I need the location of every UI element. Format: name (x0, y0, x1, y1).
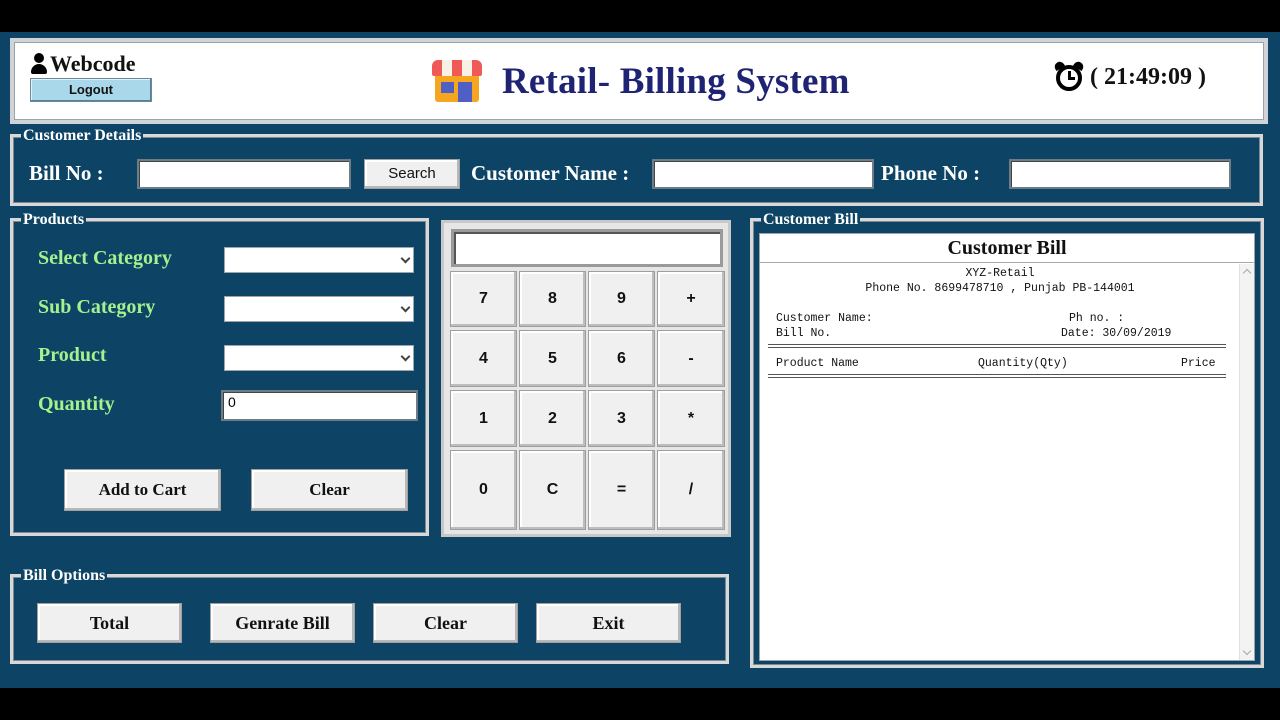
calc-key-plus[interactable]: + (657, 271, 725, 327)
phone-no-label: Phone No : (881, 161, 981, 185)
user-box: Webcode Logout (30, 52, 152, 102)
title-wrap: Retail- Billing System (430, 56, 850, 106)
scroll-down-icon[interactable] (1242, 646, 1252, 656)
user-line: Webcode (30, 52, 152, 76)
calc-key-clear[interactable]: C (519, 450, 586, 530)
header-bar: Webcode Logout Retail- Billing System ( … (10, 38, 1268, 124)
products-clear-button[interactable]: Clear (251, 469, 408, 511)
bill-divider (768, 374, 1226, 378)
bill-bill-no-label: Bill No. (776, 327, 832, 340)
customer-details-frame: Customer Details Bill No : Search Custom… (10, 127, 1263, 206)
clock-time: ( 21:49:09 ) (1090, 63, 1206, 90)
bill-no-label: Bill No : (29, 161, 104, 185)
calc-key-8[interactable]: 8 (519, 271, 586, 327)
exit-button[interactable]: Exit (536, 603, 681, 643)
bill-no-input[interactable] (137, 159, 351, 189)
bill-col-qty: Quantity(Qty) (978, 357, 1068, 370)
alarm-clock-icon (1052, 59, 1086, 92)
bill-options-frame: Bill Options Total Genrate Bill Clear Ex… (10, 567, 729, 664)
quantity-label: Quantity (38, 393, 115, 415)
products-title: Products (21, 211, 87, 229)
calc-key-9[interactable]: 9 (588, 271, 655, 327)
products-frame: Products Select Category Sub Category Pr… (10, 211, 429, 536)
bill-clear-button[interactable]: Clear (373, 603, 518, 643)
app-window: Webcode Logout Retail- Billing System ( … (0, 32, 1280, 688)
sub-category-label: Sub Category (38, 296, 156, 318)
user-icon (30, 53, 48, 75)
bill-divider (768, 344, 1226, 348)
calc-key-1[interactable]: 1 (450, 390, 517, 447)
chevron-down-icon (400, 351, 411, 362)
bill-col-product: Product Name (776, 357, 859, 370)
shop-name: XYZ-Retail (965, 267, 1035, 280)
calc-key-4[interactable]: 4 (450, 330, 517, 387)
customer-name-label: Customer Name : (471, 161, 630, 185)
select-category-label: Select Category (38, 247, 172, 269)
customer-bill-frame-title: Customer Bill (761, 211, 861, 229)
logout-button[interactable]: Logout (30, 78, 152, 102)
bill-heading: Customer Bill (760, 234, 1254, 263)
chevron-down-icon (400, 253, 411, 264)
calc-key-2[interactable]: 2 (519, 390, 586, 447)
add-to-cart-button[interactable]: Add to Cart (64, 469, 221, 511)
bill-options-title: Bill Options (21, 567, 108, 585)
calculator: 7 8 9 + 4 5 6 - 1 2 3 * 0 C = / (441, 220, 731, 537)
calculator-display[interactable] (451, 229, 723, 267)
calc-key-minus[interactable]: - (657, 330, 725, 387)
customer-name-input[interactable] (652, 159, 874, 189)
phone-no-input[interactable] (1009, 159, 1231, 189)
bill-date: Date: 30/09/2019 (1061, 327, 1172, 340)
sub-category-select[interactable] (224, 296, 414, 322)
product-label: Product (38, 344, 107, 366)
calc-key-7[interactable]: 7 (450, 271, 517, 327)
product-select[interactable] (224, 345, 414, 371)
calc-key-0[interactable]: 0 (450, 450, 517, 530)
category-select[interactable] (224, 247, 414, 273)
scroll-up-icon[interactable] (1242, 268, 1252, 278)
username: Webcode (50, 51, 136, 76)
quantity-input[interactable]: 0 (221, 390, 418, 421)
chevron-down-icon (400, 302, 411, 313)
total-button[interactable]: Total (37, 603, 182, 643)
calc-key-equals[interactable]: = (588, 450, 655, 530)
calc-key-multiply[interactable]: * (657, 390, 725, 447)
search-button[interactable]: Search (364, 159, 460, 189)
bill-text-area[interactable]: Customer Bill XYZ-Retail Phone No. 86994… (759, 233, 1255, 661)
bill-scrollbar[interactable] (1239, 264, 1254, 660)
calc-key-6[interactable]: 6 (588, 330, 655, 387)
calc-key-3[interactable]: 3 (588, 390, 655, 447)
clock: ( 21:49:09 ) (1052, 59, 1206, 92)
generate-bill-button[interactable]: Genrate Bill (210, 603, 355, 643)
bill-customer-name-label: Customer Name: (776, 312, 873, 325)
shop-phone: Phone No. 8699478710 , Punjab PB-144001 (865, 282, 1135, 295)
app-title: Retail- Billing System (502, 60, 850, 102)
bill-col-price: Price (1181, 357, 1216, 370)
customer-details-title: Customer Details (21, 127, 144, 145)
calc-key-5[interactable]: 5 (519, 330, 586, 387)
shop-icon (430, 56, 484, 106)
calc-key-divide[interactable]: / (657, 450, 725, 530)
bill-ph-no-label: Ph no. : (1069, 312, 1125, 325)
